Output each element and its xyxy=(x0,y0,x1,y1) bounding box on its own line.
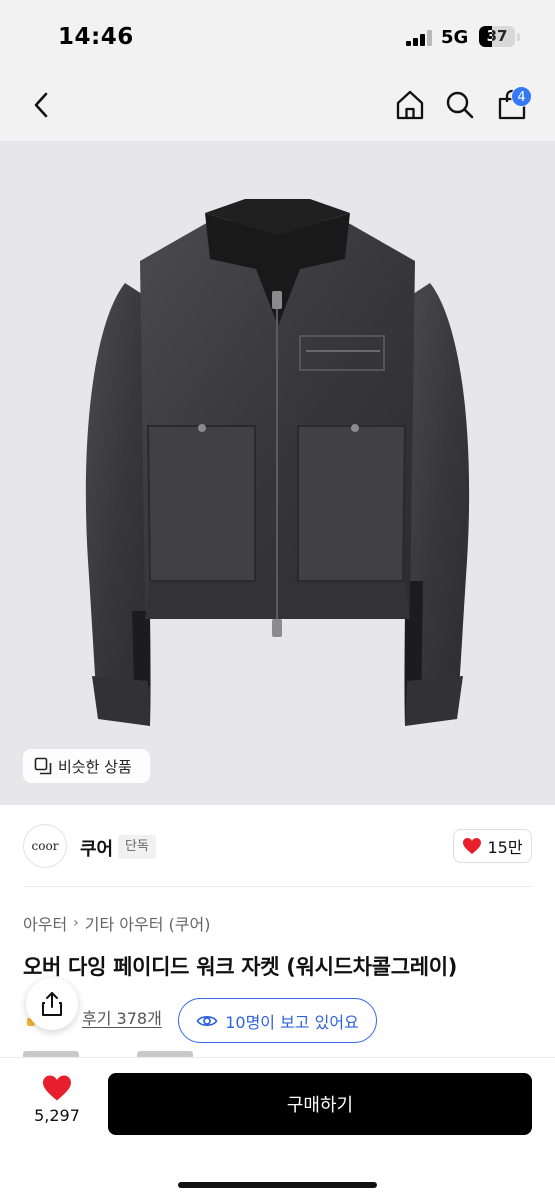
breadcrumb-item[interactable]: 아우터 xyxy=(23,911,67,935)
brand-logo[interactable]: coor xyxy=(23,824,67,868)
brand-row: coor 쿠어 단독 15만 xyxy=(0,805,555,887)
review-link[interactable]: 후기 378개 xyxy=(82,1005,162,1029)
wishlist-button[interactable]: 5,297 xyxy=(22,1074,92,1134)
home-icon xyxy=(396,90,424,120)
brand-like-button[interactable]: 15만 xyxy=(453,829,532,863)
back-button[interactable] xyxy=(20,83,64,127)
battery-cap xyxy=(517,33,520,41)
chevron-left-icon xyxy=(34,92,48,118)
viewers-chip[interactable]: 10명이 보고 있어요 xyxy=(178,998,377,1043)
status-bar: 14:46 5G 37 xyxy=(0,0,555,75)
chevron-right-icon: › xyxy=(73,915,79,931)
signal-icon xyxy=(406,30,434,46)
brand-name[interactable]: 쿠어 xyxy=(80,835,113,861)
wishlist-count: 5,297 xyxy=(34,1106,80,1125)
breadcrumb: 아우터 › 기타 아우터 (쿠어) xyxy=(23,911,210,935)
viewers-label: 10명이 보고 있어요 xyxy=(225,1012,359,1032)
breadcrumb-item[interactable]: 기타 아우터 (쿠어) xyxy=(85,911,211,935)
search-button[interactable] xyxy=(438,83,482,127)
similar-products-button[interactable]: 비슷한 상품 xyxy=(23,749,150,783)
share-icon xyxy=(42,992,62,1016)
product-image[interactable] xyxy=(0,141,555,805)
divider xyxy=(23,886,532,887)
search-icon xyxy=(446,91,474,119)
brand-like-count: 15만 xyxy=(487,838,523,857)
product-title: 오버 다잉 페이디드 워크 자켓 (워시드차콜그레이) xyxy=(23,955,458,979)
exclusive-badge: 단독 xyxy=(118,835,156,859)
share-button[interactable] xyxy=(26,978,78,1030)
battery-icon: 37 xyxy=(479,26,515,47)
bottom-action-bar: 5,297 구매하기 xyxy=(0,1057,555,1200)
heart-icon xyxy=(463,838,482,854)
copy-icon xyxy=(34,757,52,775)
nav-header xyxy=(0,75,555,141)
home-button[interactable] xyxy=(388,83,432,127)
heart-icon xyxy=(43,1075,71,1101)
home-indicator xyxy=(178,1182,377,1188)
battery-level: 37 xyxy=(486,27,508,45)
status-time: 14:46 xyxy=(58,24,134,50)
similar-products-label: 비슷한 상품 xyxy=(58,757,132,776)
network-type: 5G xyxy=(441,27,469,48)
cart-count-badge: 4 xyxy=(511,86,532,107)
rating-row: 후기 378개 10명이 보고 있어요 xyxy=(23,998,532,1048)
jacket-photo xyxy=(85,199,470,726)
eye-icon xyxy=(196,1015,218,1026)
buy-button[interactable]: 구매하기 xyxy=(108,1073,532,1135)
